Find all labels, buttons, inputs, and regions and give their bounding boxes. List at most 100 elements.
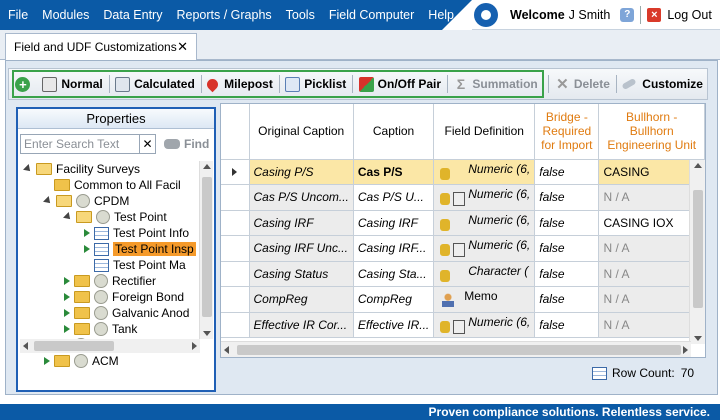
column-header-original-caption[interactable]: Original Caption bbox=[249, 104, 354, 160]
cell-caption[interactable]: Casing IRF... bbox=[353, 235, 435, 262]
scroll-thumb[interactable] bbox=[202, 177, 212, 317]
cell-caption[interactable]: Cas P/S U... bbox=[353, 184, 435, 211]
cell-field-definition[interactable]: Numeric (6, bbox=[433, 312, 536, 338]
table-row[interactable]: Casing IRF Unc... Casing IRF... Numeric … bbox=[221, 235, 705, 262]
cell-original-caption[interactable]: Casing IRF Unc... bbox=[249, 235, 354, 262]
column-header-caption[interactable]: Caption bbox=[353, 104, 435, 160]
expand-icon[interactable] bbox=[84, 245, 90, 253]
row-selector[interactable] bbox=[221, 184, 250, 211]
row-selector[interactable] bbox=[221, 312, 250, 338]
scroll-thumb[interactable] bbox=[237, 345, 681, 355]
delete-button[interactable]: ✕ Delete bbox=[551, 71, 614, 97]
tree-vertical-scrollbar[interactable] bbox=[199, 161, 213, 339]
cell-field-definition[interactable]: Numeric (6, bbox=[433, 184, 536, 211]
logout-button[interactable]: Log Out bbox=[667, 8, 711, 22]
grid-horizontal-scrollbar[interactable] bbox=[221, 341, 691, 357]
tree-item[interactable]: Galvanic Anod bbox=[64, 305, 189, 321]
table-row[interactable]: Casing P/S Cas P/S Numeric (6, false CAS… bbox=[221, 159, 705, 185]
tree-item[interactable]: Common to All Facil bbox=[44, 177, 181, 193]
scroll-left-icon[interactable] bbox=[23, 342, 28, 350]
tree-item[interactable]: Test Point Info bbox=[84, 225, 189, 241]
table-row[interactable]: Cas P/S Uncom... Cas P/S U... Numeric (6… bbox=[221, 184, 705, 211]
customize-button[interactable]: Customize bbox=[618, 71, 707, 97]
scroll-thumb[interactable] bbox=[34, 341, 114, 351]
expand-icon[interactable] bbox=[64, 293, 70, 301]
table-row[interactable]: CompReg CompReg Memo false N / A bbox=[221, 286, 705, 313]
expand-icon[interactable] bbox=[64, 309, 70, 317]
cell-field-definition[interactable]: Memo bbox=[433, 286, 536, 313]
cell-field-definition[interactable]: Character ( bbox=[433, 261, 536, 287]
cell-bridge-required[interactable]: false bbox=[534, 235, 600, 262]
logout-icon[interactable]: × bbox=[647, 7, 662, 22]
expand-icon[interactable] bbox=[64, 277, 70, 285]
scroll-down-icon[interactable] bbox=[203, 331, 211, 336]
table-row[interactable]: Effective IR Cor... Effective IR... Nume… bbox=[221, 312, 705, 338]
find-button[interactable]: Find bbox=[164, 137, 209, 151]
expand-icon[interactable] bbox=[64, 325, 70, 333]
search-input[interactable] bbox=[20, 134, 140, 154]
tree-horizontal-scrollbar[interactable] bbox=[20, 339, 200, 353]
tree-item[interactable]: Rectifier bbox=[64, 273, 156, 289]
row-selector[interactable] bbox=[221, 210, 250, 236]
tree-item[interactable]: CPDM bbox=[43, 193, 129, 209]
tab-close-icon[interactable]: ✕ bbox=[177, 39, 188, 55]
menu-tools[interactable]: Tools bbox=[279, 8, 322, 22]
column-header-bullhorn-unit[interactable]: Bullhorn - Bullhorn Engineering Unit bbox=[598, 104, 705, 160]
tree-item-selected[interactable]: Test Point Insp bbox=[84, 241, 196, 257]
cell-bridge-required[interactable]: false bbox=[534, 312, 600, 338]
collapse-icon[interactable] bbox=[23, 164, 33, 174]
cell-field-definition[interactable]: Numeric (6, bbox=[433, 159, 536, 185]
scroll-down-icon[interactable] bbox=[694, 336, 702, 341]
tree-item[interactable]: Facility Surveys bbox=[23, 161, 140, 177]
tree-item[interactable]: Foreign Bond bbox=[64, 289, 184, 305]
cell-caption[interactable]: Casing IRF bbox=[353, 210, 435, 236]
scroll-up-icon[interactable] bbox=[203, 164, 211, 169]
cell-caption[interactable]: Effective IR... bbox=[353, 312, 435, 338]
clear-search-icon[interactable]: ✕ bbox=[140, 134, 156, 154]
cell-bridge-required[interactable]: false bbox=[534, 286, 600, 313]
menu-field-computer[interactable]: Field Computer bbox=[322, 8, 421, 22]
cell-caption[interactable]: Cas P/S bbox=[353, 159, 435, 185]
cell-caption[interactable]: Casing Sta... bbox=[353, 261, 435, 287]
tab-field-udf-customizations[interactable]: Field and UDF Customizations ✕ bbox=[5, 33, 197, 61]
tree-item[interactable]: Tank bbox=[64, 321, 137, 337]
cell-original-caption[interactable]: Cas P/S Uncom... bbox=[249, 184, 354, 211]
column-header-bridge-required[interactable]: Bridge - Required for Import bbox=[534, 104, 600, 160]
cell-original-caption[interactable]: Effective IR Cor... bbox=[249, 312, 354, 338]
cell-caption[interactable]: CompReg bbox=[353, 286, 435, 313]
expand-icon[interactable] bbox=[84, 229, 90, 237]
collapse-icon[interactable] bbox=[63, 212, 73, 222]
cell-field-definition[interactable]: Numeric (6, bbox=[433, 235, 536, 262]
cell-original-caption[interactable]: Casing IRF bbox=[249, 210, 354, 236]
cell-original-caption[interactable]: Casing Status bbox=[249, 261, 354, 287]
scroll-right-icon[interactable] bbox=[192, 342, 197, 350]
help-icon[interactable]: ? bbox=[620, 7, 635, 22]
row-selector[interactable] bbox=[221, 235, 250, 262]
scroll-up-icon[interactable] bbox=[694, 163, 702, 168]
table-row[interactable]: Casing IRF Casing IRF Numeric (6, false … bbox=[221, 210, 705, 236]
expand-icon[interactable] bbox=[44, 357, 50, 365]
cell-original-caption[interactable]: CompReg bbox=[249, 286, 354, 313]
scroll-left-icon[interactable] bbox=[224, 346, 229, 354]
menu-reports-graphs[interactable]: Reports / Graphs bbox=[169, 8, 278, 22]
table-row[interactable]: Casing Status Casing Sta... Character ( … bbox=[221, 261, 705, 287]
grid-vertical-scrollbar[interactable] bbox=[689, 160, 705, 344]
menu-modules[interactable]: Modules bbox=[35, 8, 96, 22]
cell-bridge-required[interactable]: false bbox=[534, 184, 600, 211]
column-header-field-definition[interactable]: Field Definition bbox=[433, 104, 536, 160]
cell-field-definition[interactable]: Numeric (6, bbox=[433, 210, 536, 236]
row-selector[interactable] bbox=[221, 261, 250, 287]
cell-bridge-required[interactable]: false bbox=[534, 261, 600, 287]
tree-item[interactable]: Test Point Ma bbox=[84, 257, 186, 273]
tree-item[interactable]: ACM bbox=[44, 353, 119, 369]
scroll-right-icon[interactable] bbox=[683, 346, 688, 354]
cell-original-caption[interactable]: Casing P/S bbox=[249, 159, 354, 185]
collapse-icon[interactable] bbox=[43, 196, 53, 206]
row-selector[interactable] bbox=[221, 286, 250, 313]
tree-item[interactable]: Test Point bbox=[63, 209, 167, 225]
menu-data-entry[interactable]: Data Entry bbox=[96, 8, 169, 22]
scroll-thumb[interactable] bbox=[693, 190, 703, 308]
menu-file[interactable]: File bbox=[0, 8, 35, 22]
row-selector[interactable] bbox=[221, 159, 250, 185]
cell-bridge-required[interactable]: false bbox=[534, 210, 600, 236]
